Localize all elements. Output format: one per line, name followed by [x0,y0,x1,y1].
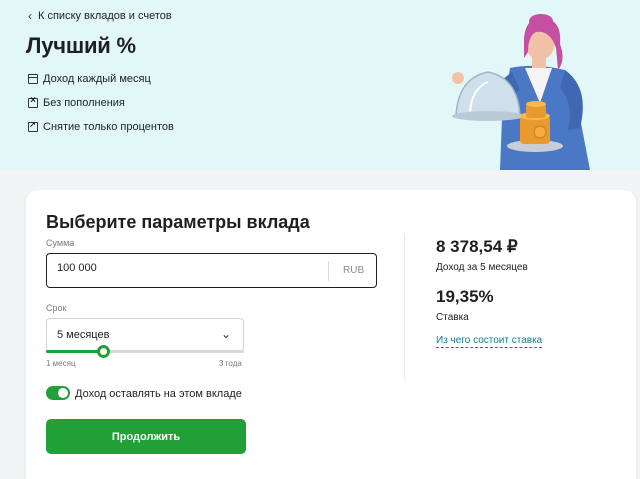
amount-input[interactable] [57,262,317,274]
amount-field: RUB [46,253,377,288]
amount-separator [328,261,329,281]
income-label: Доход за 5 месяцев [436,262,528,273]
currency-label: RUB [343,265,365,276]
feature-label: Без пополнения [43,97,125,109]
term-selected-value: 5 месяцев [57,329,110,341]
term-slider[interactable] [46,345,244,358]
toggle-knob [58,388,68,398]
no-replenish-icon [28,95,38,108]
feature-no-replenish: Без пополнения [28,95,125,109]
back-link[interactable]: ‹ К списку вкладов и счетов [28,10,172,22]
feature-withdraw-interest: Снятие только процентов [28,120,174,133]
reinvest-toggle[interactable] [46,386,70,400]
hero-banner: ‹ К списку вкладов и счетов Лучший % Дох… [0,0,640,170]
back-link-label: К списку вкладов и счетов [38,10,172,22]
banker-illustration [452,14,590,170]
term-label: Срок [46,303,67,313]
vertical-divider [404,234,405,380]
chevron-left-icon: ‹ [28,9,32,23]
rate-label: Ставка [436,312,469,323]
term-max-label: 3 года [219,359,242,368]
rate-breakdown-link[interactable]: Из чего состоит ставка [436,335,543,348]
withdraw-icon [28,120,38,132]
chevron-down-icon: ⌄ [220,327,231,341]
reinvest-toggle-label: Доход оставлять на этом вкладе [75,388,242,400]
amount-label: Сумма [46,238,75,248]
page-title: Лучший % [26,33,136,58]
deposit-params-card: Выберите параметры вклада Сумма RUB Срок… [26,190,636,479]
calendar-icon [28,74,38,84]
income-value: 8 378,54 ₽ [436,237,518,256]
feature-monthly-income: Доход каждый месяц [28,73,151,85]
term-slider-fill [46,350,104,353]
form-title: Выберите параметры вклада [46,212,310,232]
term-select[interactable]: 5 месяцев ⌄ [46,318,244,352]
term-min-label: 1 месяц [46,359,76,368]
feature-label: Снятие только процентов [43,121,174,133]
continue-button[interactable]: Продолжить [46,419,246,454]
feature-label: Доход каждый месяц [43,73,151,85]
term-slider-thumb[interactable] [97,345,111,358]
rate-value: 19,35% [436,287,494,306]
